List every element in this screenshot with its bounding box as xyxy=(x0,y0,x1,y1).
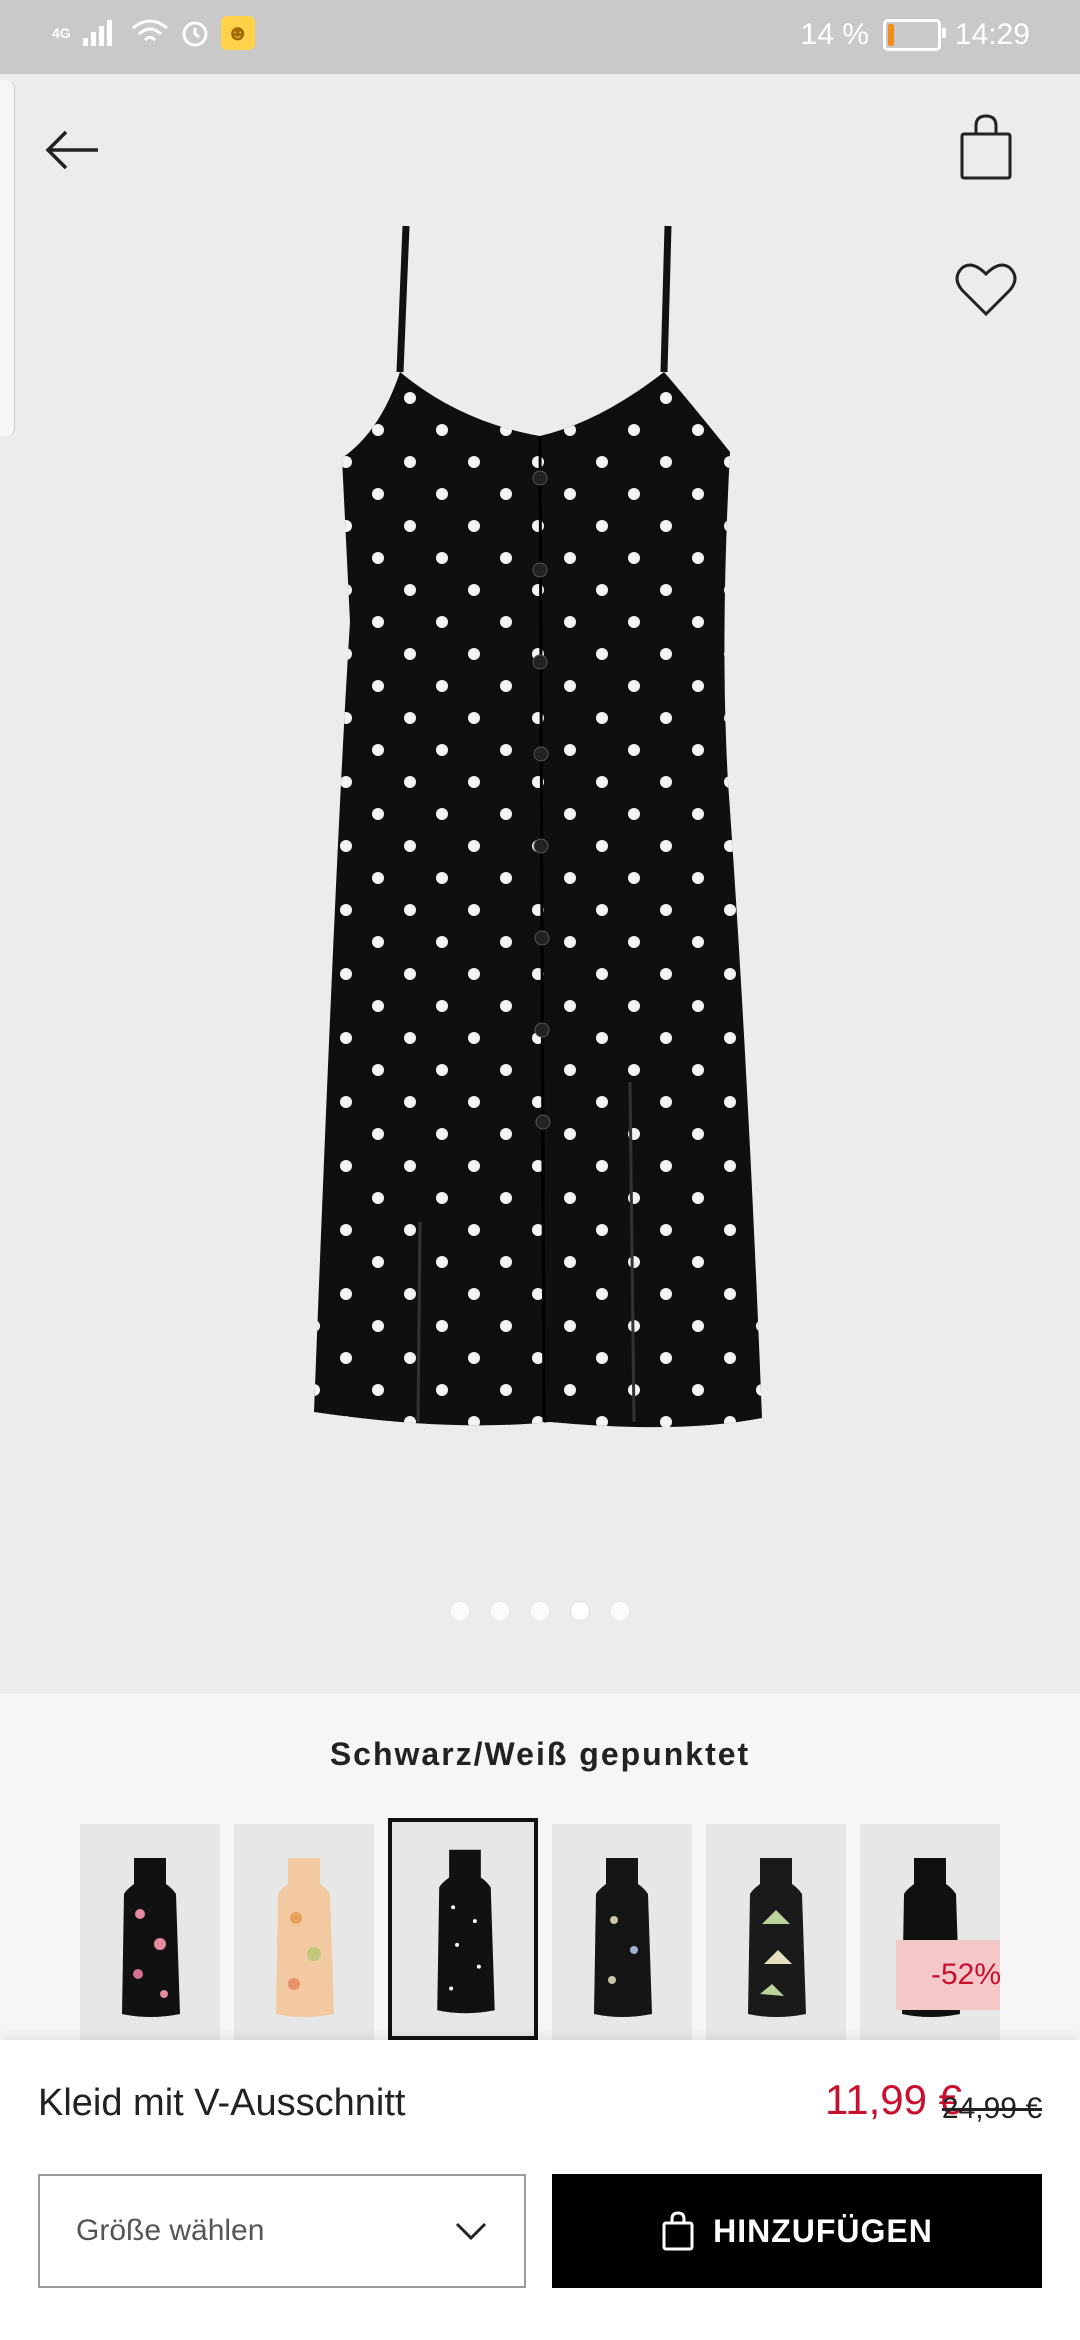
back-arrow-icon[interactable] xyxy=(40,118,104,182)
size-select-dropdown[interactable]: Größe wählen xyxy=(38,2174,526,2288)
battery-percent: 14 % xyxy=(800,18,869,51)
dress-thumbnail-image xyxy=(276,1858,334,2017)
gallery-dot[interactable] xyxy=(531,1602,549,1620)
shopping-bag-icon[interactable] xyxy=(956,112,1016,182)
product-image-gallery[interactable] xyxy=(0,74,1080,1694)
color-thumbnail-black-floral[interactable] xyxy=(80,1824,220,2040)
color-thumbnail-black-plain[interactable]: -52% xyxy=(860,1824,1000,2040)
selected-color-name: Schwarz/Weiß gepunktet xyxy=(329,1736,751,1772)
app-notification-icon: ☻ xyxy=(220,16,255,50)
alarm-icon xyxy=(182,21,208,47)
clock: 14:29 xyxy=(954,18,1030,51)
original-price: 24,99 € xyxy=(941,2092,1042,2125)
discount-badge: -52% xyxy=(896,1940,1000,2010)
color-thumbnails: -52% xyxy=(80,1818,1000,2040)
dress-thumbnail-image xyxy=(437,1849,495,2014)
battery-level xyxy=(887,24,894,46)
add-to-bag-button[interactable]: HINZUFÜGEN xyxy=(552,2174,1042,2288)
size-select-placeholder: Größe wählen xyxy=(76,2214,265,2247)
heart-icon[interactable] xyxy=(954,260,1018,320)
status-left: 4G ☻ xyxy=(52,16,255,50)
chevron-down-icon xyxy=(455,2222,487,2241)
dress-thumbnail-image xyxy=(122,1858,180,2017)
dress-thumbnail-image xyxy=(594,1858,652,2017)
color-thumbnail-black-white-dots[interactable] xyxy=(388,1818,538,2040)
gallery-dot[interactable] xyxy=(491,1602,509,1620)
status-bar: 4G ☻ 14 % 14:29 xyxy=(0,0,1080,74)
signal-icon xyxy=(82,20,112,46)
color-thumbnail-black-flower-print[interactable] xyxy=(552,1824,692,2040)
color-thumbnail-black-palm-print[interactable] xyxy=(706,1824,846,2040)
dress-thumbnail-image xyxy=(748,1858,806,2017)
product-dress-image xyxy=(314,225,762,1428)
product-name: Kleid mit V-Ausschnitt xyxy=(38,2082,406,2124)
add-to-bag-label: HINZUFÜGEN xyxy=(713,2212,933,2249)
network-type: 4G xyxy=(52,25,71,41)
battery-icon xyxy=(882,19,946,51)
purchase-bar: Kleid mit V-Ausschnitt 11,99 € 24,99 € G… xyxy=(0,2040,1080,2340)
shopping-bag-icon xyxy=(662,2211,694,2251)
gallery-dot[interactable] xyxy=(611,1602,629,1620)
color-selector: Schwarz/Weiß gepunktet -52% xyxy=(0,1694,1080,2040)
gallery-pagination[interactable] xyxy=(0,1602,1080,1620)
side-drawer-handle[interactable] xyxy=(0,80,15,436)
color-thumbnail-peach-floral[interactable] xyxy=(234,1824,374,2040)
gallery-dot[interactable] xyxy=(571,1602,589,1620)
gallery-dot[interactable] xyxy=(451,1602,469,1620)
wifi-icon xyxy=(131,19,168,42)
status-right: 14 % 14:29 xyxy=(801,18,1030,52)
